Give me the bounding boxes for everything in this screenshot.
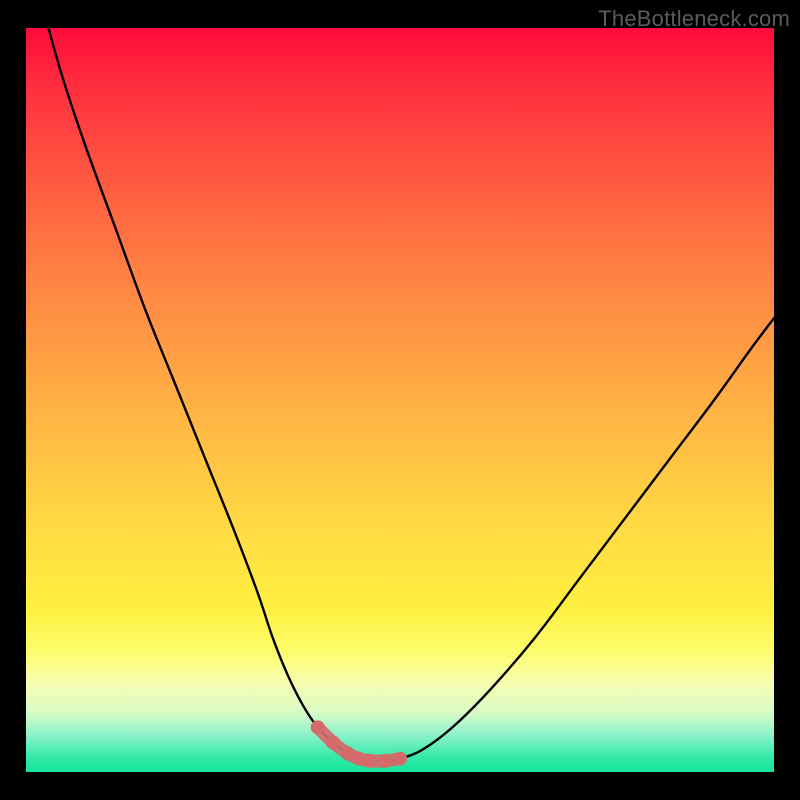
curve-marker bbox=[363, 754, 377, 768]
bottleneck-curve-svg bbox=[26, 28, 774, 772]
curve-marker bbox=[393, 752, 407, 766]
curve-marker bbox=[311, 720, 325, 734]
curve-marker bbox=[326, 735, 340, 749]
bottleneck-curve-path bbox=[48, 28, 774, 761]
curve-marker bbox=[378, 754, 392, 768]
